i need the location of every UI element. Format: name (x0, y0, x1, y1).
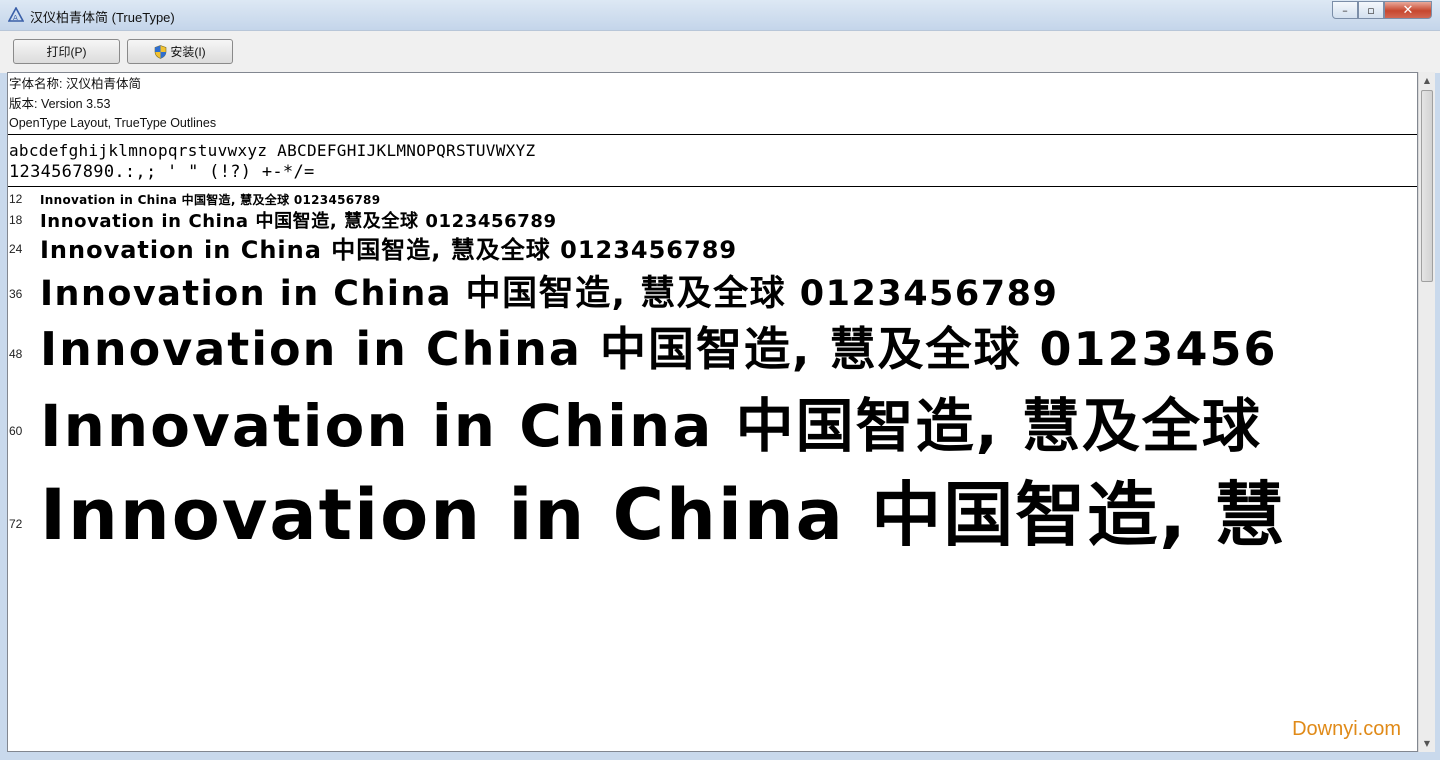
maximize-button[interactable]: ▫ (1358, 1, 1384, 19)
vertical-scrollbar[interactable]: ▲ ▼ (1418, 72, 1435, 752)
scroll-down-arrow-icon[interactable]: ▼ (1419, 735, 1435, 752)
scrollbar-thumb[interactable] (1421, 90, 1433, 282)
sample-size-label: 36 (9, 287, 23, 301)
sample-size-label: 60 (9, 424, 23, 438)
maximize-icon: ▫ (1367, 3, 1375, 17)
toolbar: 打印(P) 安装(I) (0, 30, 1440, 73)
install-button[interactable]: 安装(I) (127, 39, 233, 64)
window-controls: – ▫ ✕ (1332, 1, 1432, 21)
window-title-name: 汉仪柏青体简 (30, 10, 109, 25)
sample-text: Innovation in China 中国智造, 慧及全球 (40, 392, 1262, 460)
sample-size-label: 48 (9, 347, 23, 361)
divider (8, 186, 1417, 187)
install-button-label: 安装(I) (170, 45, 206, 59)
window-title: 汉仪柏青体简 (TrueType) (30, 7, 175, 26)
title-bar[interactable]: A 汉仪柏青体简 (TrueType) – ▫ ✕ (0, 0, 1440, 30)
sample-text: Innovation in China 中国智造, 慧 (40, 474, 1287, 556)
font-preview-pane[interactable]: 字体名称: 汉仪柏青体简 版本: Version 3.53 OpenType L… (7, 72, 1418, 752)
divider (8, 134, 1417, 135)
font-info-block: 字体名称: 汉仪柏青体简 版本: Version 3.53 OpenType L… (9, 75, 216, 134)
minimize-button[interactable]: – (1332, 1, 1358, 19)
charset-line-letters: abcdefghijklmnopqrstuvwxyz ABCDEFGHIJKLM… (9, 141, 536, 160)
font-outline-line: OpenType Layout, TrueType Outlines (9, 116, 217, 130)
font-version-line: 版本: Version 3.53 (9, 96, 111, 111)
uac-shield-icon (155, 44, 167, 59)
close-icon: ✕ (1402, 2, 1414, 18)
sample-size-label: 72 (9, 517, 23, 531)
font-app-icon: A (8, 7, 24, 22)
scroll-up-arrow-icon[interactable]: ▲ (1419, 72, 1435, 89)
site-watermark: Downyi.com (1292, 718, 1401, 740)
minimize-icon: – (1342, 3, 1348, 17)
window-bottom-border (0, 752, 1440, 760)
sample-text: Innovation in China 中国智造, 慧及全球 012345678… (40, 274, 1059, 314)
sample-size-label: 24 (9, 242, 23, 256)
print-button-label: 打印(P) (46, 45, 87, 59)
close-button[interactable]: ✕ (1384, 1, 1432, 19)
font-name-line: 字体名称: 汉仪柏青体简 (9, 77, 141, 91)
sample-size-label: 12 (9, 192, 23, 206)
sample-text: Innovation in China 中国智造, 慧及全球 012345678… (40, 236, 738, 264)
window-title-suffix: (TrueType) (111, 10, 175, 25)
sample-text: Innovation in China 中国智造, 慧及全球 012345678… (40, 193, 381, 207)
svg-text:A: A (13, 14, 18, 22)
font-viewer-window: A 汉仪柏青体简 (TrueType) – ▫ ✕ 打印(P) 安装(I) 字体… (0, 0, 1440, 760)
charset-line-symbols: 1234567890.:,; ' " (!?) +-*/= (9, 162, 315, 182)
sample-text: Innovation in China 中国智造, 慧及全球 0123456 (40, 322, 1278, 376)
print-button[interactable]: 打印(P) (13, 39, 120, 64)
sample-size-label: 18 (9, 213, 23, 227)
